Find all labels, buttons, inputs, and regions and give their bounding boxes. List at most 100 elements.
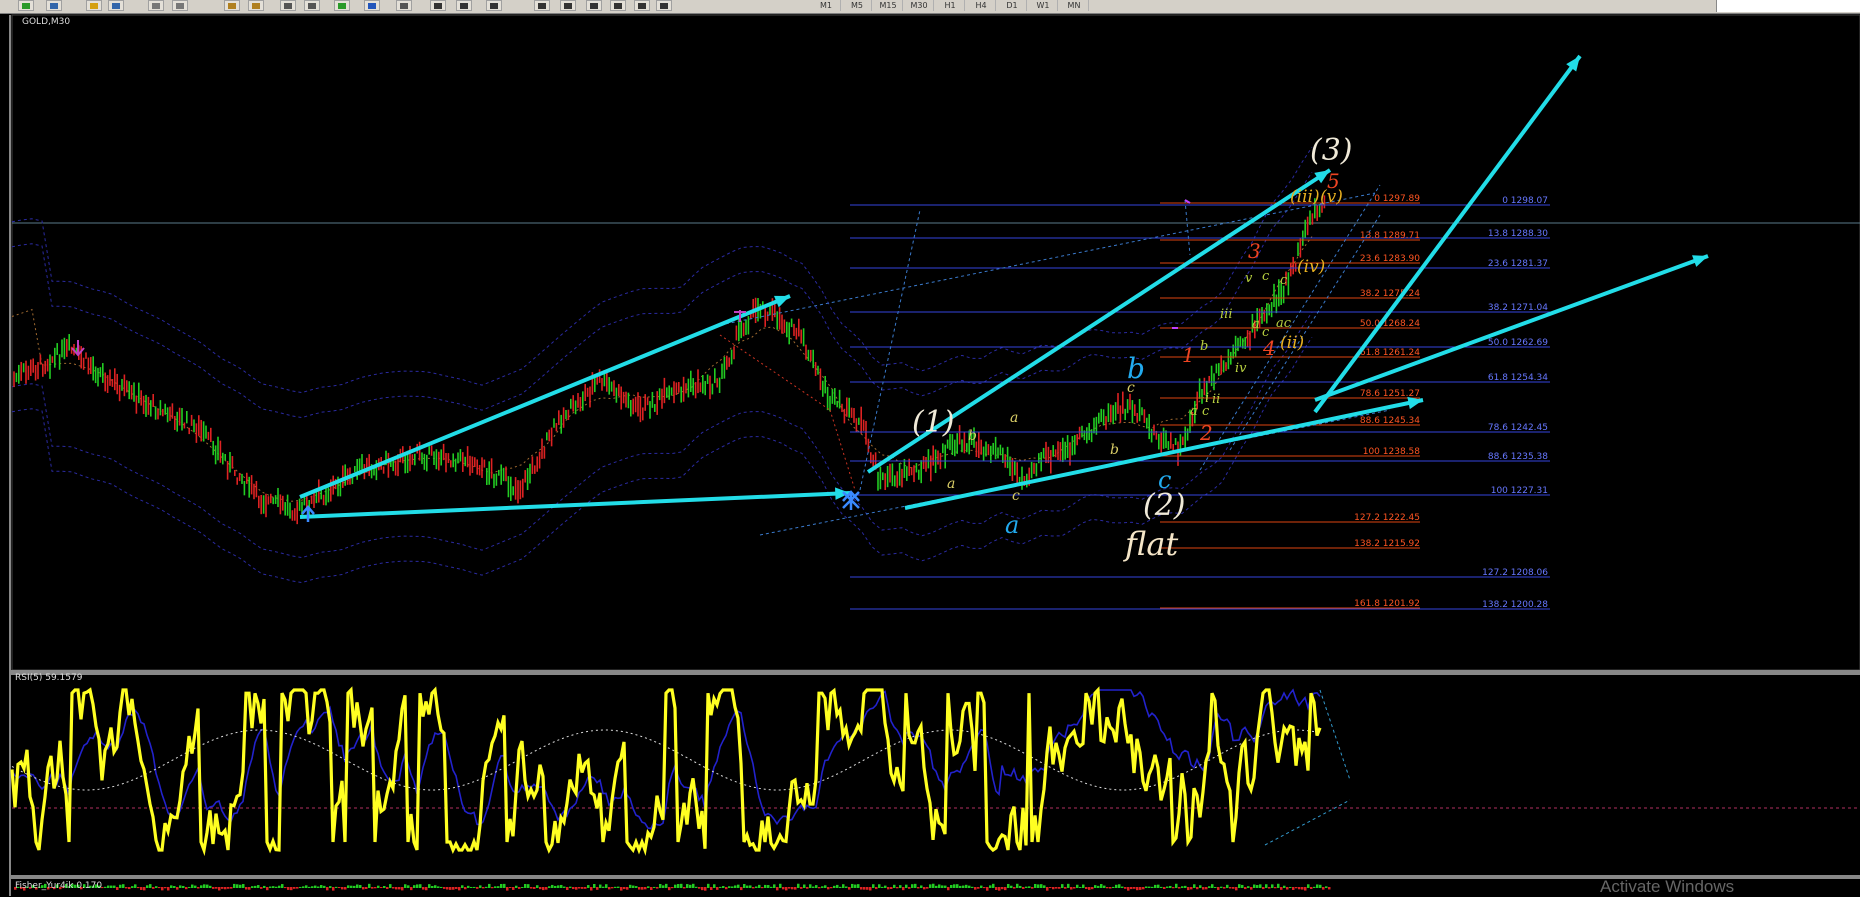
fisher-bar <box>152 887 155 889</box>
fisher-bar <box>488 883 491 888</box>
fisher-bar <box>155 886 158 888</box>
fisher-bar <box>140 887 143 890</box>
fisher-bar <box>1118 884 1121 888</box>
fisher-bar <box>224 887 227 890</box>
fisher-bar <box>1205 887 1208 890</box>
fisher-bar <box>1121 886 1124 888</box>
subwave-label: a <box>1010 410 1018 426</box>
fisher-bar <box>410 887 413 891</box>
fisher-bar <box>923 887 926 890</box>
fisher-bar <box>821 886 824 888</box>
fisher-bar <box>713 884 716 888</box>
fisher-bar <box>974 887 977 890</box>
fisher-bar <box>395 887 398 890</box>
fisher-bar <box>350 885 353 888</box>
fisher-bar <box>968 885 971 888</box>
fisher-bar <box>986 887 989 891</box>
fisher-bar <box>218 887 221 891</box>
fisher-bar <box>740 887 743 891</box>
fisher-bar <box>203 884 206 888</box>
fisher-bar <box>641 887 644 890</box>
fisher-bar <box>962 885 965 888</box>
fib-red-label: 61.8 1261.24 <box>1360 348 1420 358</box>
fisher-bar <box>917 887 920 889</box>
fisher-bar <box>1025 886 1028 888</box>
fisher-bar <box>878 884 881 888</box>
fisher-bar <box>326 887 329 891</box>
fib-blue-label: 138.2 1200.28 <box>1482 600 1548 610</box>
fisher-bar <box>887 887 890 890</box>
fisher-bar <box>119 884 122 888</box>
fisher-bar <box>1115 884 1118 888</box>
wave-label-red-5: 5 <box>1327 169 1340 193</box>
panel-separator <box>10 875 1860 879</box>
fisher-bar <box>296 887 299 889</box>
fisher-bar <box>191 884 194 888</box>
fisher-bar <box>494 886 497 888</box>
fisher-bar <box>473 886 476 888</box>
fib-red-label: 127.2 1222.45 <box>1354 513 1420 523</box>
wave-label-3: (3) <box>1310 133 1353 168</box>
fib-blue-label: 127.2 1208.06 <box>1482 568 1548 578</box>
subwave-label: iii <box>1220 307 1232 322</box>
fisher-bar <box>1148 886 1151 888</box>
fisher-bar <box>743 884 746 888</box>
fisher-bar <box>617 886 620 888</box>
fisher-bar <box>392 887 395 889</box>
fisher-bar <box>1301 887 1304 890</box>
fisher-bar <box>950 884 953 888</box>
fisher-bar <box>1049 887 1052 889</box>
fisher-bar <box>1022 887 1025 889</box>
fisher-bar <box>374 887 377 889</box>
fisher-bar <box>758 884 761 888</box>
fisher-bar <box>143 887 146 891</box>
fisher-bar <box>971 886 974 888</box>
fisher-bar <box>1283 885 1286 888</box>
fisher-bar <box>563 886 566 888</box>
wave-label-1: (1) <box>912 405 955 440</box>
fisher-bar <box>773 884 776 888</box>
fisher-bar <box>452 887 455 890</box>
fisher-bar <box>992 883 995 888</box>
fisher-bar <box>1151 886 1154 888</box>
fisher-bar <box>299 886 302 888</box>
fisher-bar <box>1103 885 1106 888</box>
fisher-bar <box>1310 887 1313 890</box>
fisher-bar <box>890 887 893 889</box>
fisher-bar <box>518 887 521 889</box>
fisher-bar <box>1139 887 1142 890</box>
fisher-bar <box>1100 884 1103 888</box>
fisher-bar <box>149 884 152 888</box>
fisher-bar <box>209 885 212 888</box>
fisher-bar <box>998 887 1001 891</box>
fisher-bar <box>1265 884 1268 888</box>
fisher-bar <box>692 883 695 888</box>
fisher-bar <box>1289 886 1292 888</box>
fisher-bar <box>377 885 380 888</box>
fisher-bar <box>701 887 704 891</box>
fisher-bar <box>353 885 356 888</box>
fisher-bar <box>524 883 527 888</box>
fisher-bar <box>161 887 164 891</box>
fisher-bar <box>230 887 233 889</box>
fisher-bar <box>953 884 956 888</box>
fisher-bar <box>875 887 878 890</box>
fisher-bar <box>836 884 839 888</box>
fisher-bar <box>257 885 260 888</box>
fisher-bar <box>1181 886 1184 888</box>
fisher-bar <box>314 885 317 888</box>
subwave-label: b <box>1200 339 1208 354</box>
fisher-bar <box>719 886 722 888</box>
fisher-bar <box>599 884 602 888</box>
price-chart[interactable]: 0 1298.07 13.8 1288.30 23.6 1281.37 38.2 12… <box>0 0 1860 896</box>
fisher-bar <box>932 883 935 888</box>
fisher-bar <box>545 887 548 890</box>
fisher-bar <box>128 887 131 890</box>
fisher-bar <box>1238 884 1241 888</box>
dotted-channel-line <box>1184 199 1191 256</box>
fisher-bar <box>176 887 179 890</box>
fib-red-label: 88.6 1245.34 <box>1360 416 1420 426</box>
fisher-bar <box>125 887 128 889</box>
fisher-bar <box>212 887 215 889</box>
fisher-bar <box>1031 887 1034 889</box>
